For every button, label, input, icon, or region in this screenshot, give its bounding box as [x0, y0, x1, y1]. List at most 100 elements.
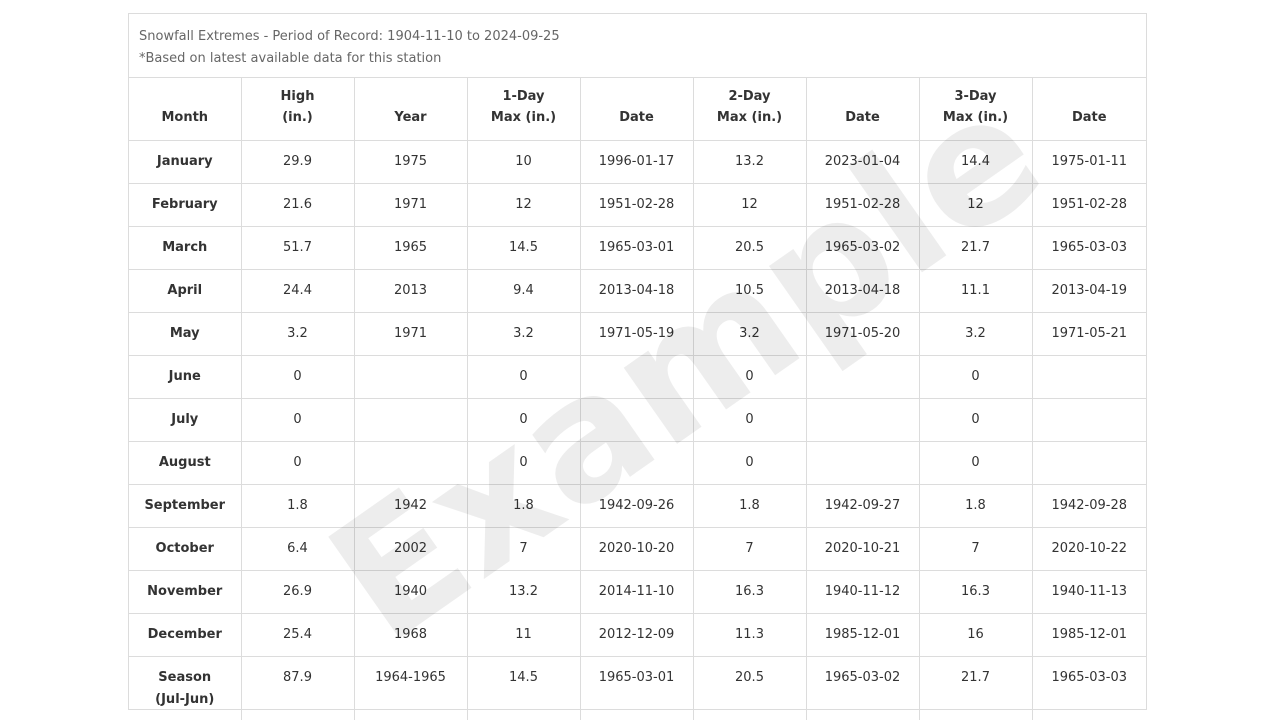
table-cell: 0: [693, 398, 807, 442]
table-cell: 13.2: [693, 140, 807, 184]
month-cell: February: [129, 183, 242, 227]
table-cell: 1975-01-11: [1032, 140, 1146, 184]
table-cell: [1032, 398, 1146, 442]
snowfall-extremes-panel: Snowfall Extremes - Period of Record: 19…: [128, 13, 1147, 720]
table-cell: 0: [241, 441, 355, 485]
column-header-line1: High: [280, 88, 315, 104]
table-cell: 1971: [354, 183, 468, 227]
column-header: Month: [129, 78, 242, 141]
table-cell: 1951-02-28: [806, 183, 920, 227]
table-row: July 0 0 0 0: [129, 398, 1146, 442]
table-cell: 14.5: [467, 226, 581, 270]
table-row: February 21.6 1971 12 1951-02-28 12 1951-02-28…: [129, 183, 1146, 227]
table-cell: 1996-01-17: [580, 140, 694, 184]
month-cell: July: [129, 398, 242, 442]
table-cell: 1942-09-26: [580, 484, 694, 528]
table-cell: [1032, 355, 1146, 399]
table-cell: 2013-04-19: [1032, 269, 1146, 313]
column-header: 1-Day Max (in.): [467, 78, 581, 141]
season-label: Season: [158, 669, 212, 685]
table-cell: 11.1: [919, 269, 1033, 313]
table-cell: 14.5: [467, 656, 581, 720]
month-cell: December: [129, 613, 242, 657]
column-header: 2-Day Max (in.): [693, 78, 807, 141]
table-cell: 16.3: [693, 570, 807, 614]
table-row: June 0 0 0 0: [129, 355, 1146, 399]
table-cell: [354, 398, 468, 442]
table-row: October 6.4 2002 7 2020-10-20 7 2020-10-21 7 202…: [129, 527, 1146, 571]
month-cell: April: [129, 269, 242, 313]
table-cell: 25.4: [241, 613, 355, 657]
table-row: August 0 0 0 0: [129, 441, 1146, 485]
table-cell: 1.8: [241, 484, 355, 528]
table-cell: 2020-10-22: [1032, 527, 1146, 571]
table-header: Month High (in.) Year 1-Day Max (in.) Date 2-Da…: [129, 78, 1146, 141]
table-cell: 1942: [354, 484, 468, 528]
table-cell: 1971-05-20: [806, 312, 920, 356]
table-cell: 26.9: [241, 570, 355, 614]
table-cell: 1964-1965: [354, 656, 468, 720]
table-cell: 87.9: [241, 656, 355, 720]
month-cell: August: [129, 441, 242, 485]
column-header-line1: Year: [394, 109, 427, 125]
table-cell: 3.2: [241, 312, 355, 356]
table-cell: 0: [693, 355, 807, 399]
table-cell: 1985-12-01: [806, 613, 920, 657]
table-row: May 3.2 1971 3.2 1971-05-19 3.2 1971-05-20 3.2 1…: [129, 312, 1146, 356]
table-cell: 21.6: [241, 183, 355, 227]
table-cell: 1940-11-12: [806, 570, 920, 614]
table-cell: 1940: [354, 570, 468, 614]
table-cell: 0: [919, 441, 1033, 485]
caption-note: *Based on latest available data for this…: [139, 51, 442, 66]
table-cell: 2020-10-21: [806, 527, 920, 571]
column-header-line1: 3-Day: [954, 88, 997, 104]
table-row: January 29.9 1975 10 1996-01-17 13.2 2023-01-0…: [129, 140, 1146, 184]
table-caption: Snowfall Extremes - Period of Record: 19…: [129, 14, 1146, 78]
table-cell: 12: [919, 183, 1033, 227]
table-cell: 7: [467, 527, 581, 571]
table-cell: 1965-03-03: [1032, 226, 1146, 270]
table-cell: 1940-11-13: [1032, 570, 1146, 614]
table-cell: 10.5: [693, 269, 807, 313]
table-cell: 1965-03-02: [806, 656, 920, 720]
table-cell: 1942-09-27: [806, 484, 920, 528]
table-cell: 13.2: [467, 570, 581, 614]
month-cell: October: [129, 527, 242, 571]
caption-title: Snowfall Extremes - Period of Record: 19…: [139, 29, 560, 44]
month-cell: September: [129, 484, 242, 528]
table-cell: 0: [241, 355, 355, 399]
table-cell: 1942-09-28: [1032, 484, 1146, 528]
table-cell: 1.8: [919, 484, 1033, 528]
column-header-line1: 1-Day: [502, 88, 545, 104]
table-cell: 21.7: [919, 226, 1033, 270]
table-cell: 11.3: [693, 613, 807, 657]
column-header: Date: [1032, 78, 1146, 141]
season-month-cell: Season (Jul-Jun): [129, 656, 242, 720]
column-header: 3-Day Max (in.): [919, 78, 1033, 141]
table-cell: [580, 441, 694, 485]
table-cell: [806, 441, 920, 485]
table-cell: 0: [693, 441, 807, 485]
table-cell: [1032, 441, 1146, 485]
header-row: Month High (in.) Year 1-Day Max (in.) Date 2-Da…: [129, 78, 1146, 141]
table-cell: 1975: [354, 140, 468, 184]
table-cell: 24.4: [241, 269, 355, 313]
table-cell: 16.3: [919, 570, 1033, 614]
table-cell: 12: [693, 183, 807, 227]
table-cell: [806, 398, 920, 442]
table-cell: 1971-05-19: [580, 312, 694, 356]
table-cell: 11: [467, 613, 581, 657]
table-cell: [354, 355, 468, 399]
season-row: Season (Jul-Jun) 87.9 1964-1965 14.5 1965-03-…: [129, 656, 1146, 720]
table-cell: 2020-10-20: [580, 527, 694, 571]
table-cell: 51.7: [241, 226, 355, 270]
table-cell: 2023-01-04: [806, 140, 920, 184]
table-cell: 16: [919, 613, 1033, 657]
table-cell: [806, 355, 920, 399]
column-header-line1: Month: [161, 109, 209, 125]
table-cell: 2012-12-09: [580, 613, 694, 657]
column-header-line2: Max (in.): [942, 109, 1009, 125]
table-cell: 3.2: [919, 312, 1033, 356]
table-cell: [580, 355, 694, 399]
table-body: January 29.9 1975 10 1996-01-17 13.2 2023-01-0…: [129, 140, 1146, 720]
